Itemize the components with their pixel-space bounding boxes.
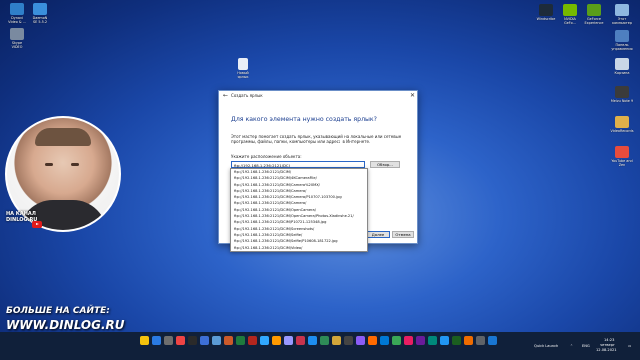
taskbar-app-icon[interactable] xyxy=(200,336,209,345)
taskbar-app-icon[interactable] xyxy=(212,336,221,345)
desktop-icon-label: Корзина xyxy=(614,71,630,75)
clock-date[interactable]: 12.08.2021 xyxy=(596,348,617,352)
clock-time[interactable]: 14:23 xyxy=(604,338,614,342)
taskbar-app-icon[interactable] xyxy=(320,336,329,345)
desktop-icon-label: VideoRecords xyxy=(610,129,634,133)
cancel-button[interactable]: Отмена xyxy=(392,231,414,238)
desktop-icon-geforce[interactable]: GeForce Experience xyxy=(580,4,608,25)
taskbar-app-icon[interactable] xyxy=(152,336,161,345)
taskbar-app-icon[interactable] xyxy=(404,336,413,345)
dialog-title: Создать ярлык xyxy=(231,93,263,98)
taskbar-app-icon[interactable] xyxy=(488,336,497,345)
clock-day[interactable]: четверг xyxy=(600,343,615,347)
promo-line-1: БОЛЬШЕ НА САЙТЕ: xyxy=(6,306,110,316)
desktop-icon-videorecords[interactable]: VideoRecords xyxy=(608,116,636,133)
desktop-icon-left-2[interactable]: DaemoN SE 5.5.2 xyxy=(26,3,54,24)
taskbar-app-icon[interactable] xyxy=(368,336,377,345)
desktop-icon-meizu[interactable]: Meizu Note 9 xyxy=(608,86,636,103)
desktop-icon-left-3[interactable]: Skype VIDEO xyxy=(3,28,31,49)
desktop-icon-youtube-zen[interactable]: YouTube and Zen xyxy=(608,146,636,167)
desktop-icon-label: Этот компьютер xyxy=(612,17,632,25)
desktop-icon-label: Панель управления xyxy=(611,43,633,51)
desktop-icon-label: Skype VIDEO xyxy=(11,41,23,49)
taskbar-app-icon[interactable] xyxy=(464,336,473,345)
taskbar-app-icon[interactable] xyxy=(236,336,245,345)
taskbar-app-icon[interactable] xyxy=(452,336,461,345)
autocomplete-dropdown: ftp://192.168.1.236:2121/DCIM/ ftp://192… xyxy=(230,168,368,252)
taskbar-app-icon[interactable] xyxy=(176,336,185,345)
control-panel-icon xyxy=(615,30,629,42)
dialog-titlebar: ← Создать ярлык xyxy=(219,91,417,100)
location-input[interactable]: ftp://192.168.1.236:2121/DCI xyxy=(231,161,365,168)
geforce-icon xyxy=(587,4,601,16)
computer-icon xyxy=(615,4,629,16)
mouse-cursor-icon xyxy=(340,140,343,145)
taskbar-app-icon[interactable] xyxy=(308,336,317,345)
back-arrow-icon[interactable]: ← xyxy=(223,92,228,99)
taskbar-app-icon[interactable] xyxy=(272,336,281,345)
taskbar-app-icon[interactable] xyxy=(224,336,233,345)
taskbar-app-icon[interactable] xyxy=(380,336,389,345)
chevron-up-icon[interactable]: ⌃ xyxy=(570,344,573,348)
presenter-eye xyxy=(71,163,79,166)
desktop-icon-recycle-bin[interactable]: Корзина xyxy=(608,58,636,75)
taskbar-app-icon[interactable] xyxy=(476,336,485,345)
app-icon xyxy=(33,3,47,15)
youtube-icon xyxy=(615,146,629,158)
taskbar-app-icon[interactable] xyxy=(188,336,197,345)
desktop-icon-label: DaemoN SE 5.5.2 xyxy=(32,16,48,24)
promo-line-2: WWW.DINLOG.RU xyxy=(6,318,125,332)
app-icon xyxy=(10,28,24,40)
desktop-icon-label: Meizu Note 9 xyxy=(610,99,634,103)
taskbar-app-icon[interactable] xyxy=(164,336,173,345)
taskbar-app-icon[interactable] xyxy=(428,336,437,345)
desktop-icon-label: YouTube and Zen xyxy=(611,159,633,167)
taskbar-app-icon[interactable] xyxy=(392,336,401,345)
taskbar-app-icon[interactable] xyxy=(260,336,269,345)
location-label: Укажите расположение объекта: xyxy=(231,154,302,159)
taskbar-app-icon[interactable] xyxy=(332,336,341,345)
app-icon xyxy=(10,3,24,15)
nvidia-icon xyxy=(563,4,577,16)
taskbar-app-icon[interactable] xyxy=(344,336,353,345)
taskbar-app-icon[interactable] xyxy=(296,336,305,345)
presenter-hair xyxy=(35,128,91,146)
autocomplete-item[interactable]: ftp://192.168.1.236:2121/DCIM/Video/ xyxy=(231,245,367,251)
close-icon[interactable]: ✕ xyxy=(410,92,415,99)
shortcut-file-icon xyxy=(238,58,248,70)
taskbar-app-icon[interactable] xyxy=(356,336,365,345)
recycle-bin-icon xyxy=(615,58,629,70)
taskbar-app-icon[interactable] xyxy=(140,336,149,345)
desktop-icon-new-shortcut[interactable]: Новый ярлык xyxy=(229,58,257,79)
dialog-description: Этот мастер помогает создать ярлык, указ… xyxy=(231,134,402,144)
taskbar-app-icon[interactable] xyxy=(248,336,257,345)
desktop-icon-this-pc[interactable]: Этот компьютер xyxy=(608,4,636,25)
taskbar-app-icon[interactable] xyxy=(416,336,425,345)
desktop-icon-label: GeForce Experience xyxy=(584,17,604,25)
taskbar-app-icon[interactable] xyxy=(440,336,449,345)
presenter-eye xyxy=(45,163,53,166)
quick-launch-label[interactable]: Quick Launch xyxy=(534,344,558,348)
dialog-heading: Для какого элемента нужно создать ярлык? xyxy=(231,116,377,123)
language-indicator[interactable]: ENG xyxy=(582,344,590,348)
youtube-logo-icon xyxy=(32,221,42,228)
desktop-icon-label: Новый ярлык xyxy=(237,71,249,79)
notification-icon[interactable]: ▭ xyxy=(628,344,631,348)
desktop-icon-control-panel[interactable]: Панель управления xyxy=(608,30,636,51)
taskbar-app-icon[interactable] xyxy=(284,336,293,345)
windscribe-icon xyxy=(539,4,553,16)
browse-button[interactable]: Обзор... xyxy=(370,161,400,168)
next-button[interactable]: Далее xyxy=(366,231,390,238)
folder-icon xyxy=(615,116,629,128)
phone-icon xyxy=(615,86,629,98)
